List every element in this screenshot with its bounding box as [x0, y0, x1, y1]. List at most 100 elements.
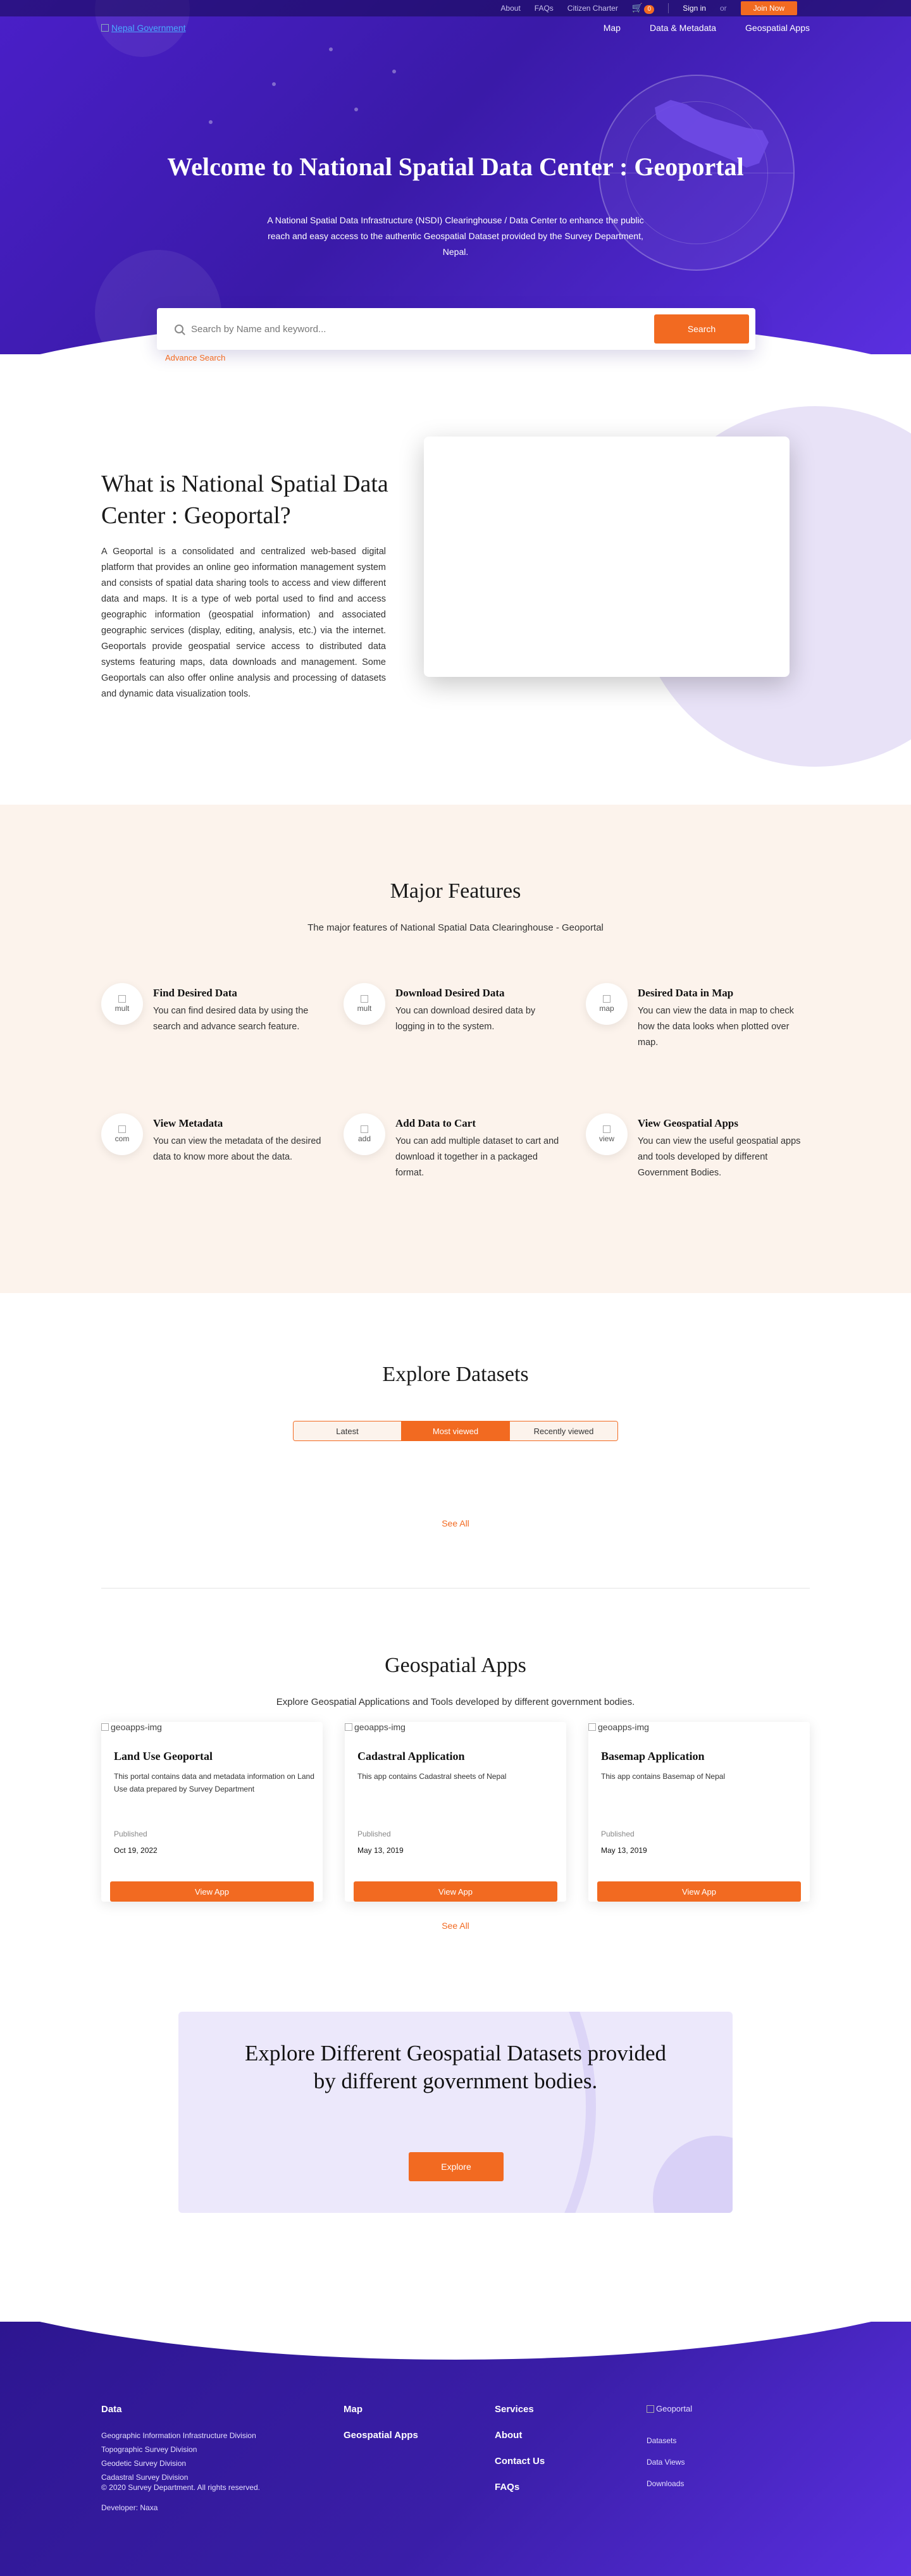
view-app-button[interactable]: View App [354, 1881, 557, 1902]
apps-see-all-link[interactable]: See All [0, 1921, 911, 1931]
feature-desc: You can view the useful geospatial apps … [638, 1136, 801, 1178]
footer-division: Cadastral Survey Division [101, 2473, 189, 2482]
footer-datasets-column: Geoportal Datasets Data Views Downloads [647, 2404, 692, 2501]
datasets-see-all-link[interactable]: See All [0, 1518, 911, 1528]
features-title: Major Features [390, 879, 521, 903]
star-dot [392, 70, 396, 73]
about-section: What is National Spatial Data Center : G… [0, 354, 911, 805]
nav-link-map[interactable]: Map [604, 23, 621, 33]
star-dot [209, 120, 213, 124]
feature-card: mult Download Desired Data You can downlo… [344, 983, 571, 1035]
download-icon: mult [344, 983, 385, 1025]
footer-link-datasets[interactable]: Datasets [647, 2436, 692, 2445]
main-nav: Nepal Government Map Data & Metadata Geo… [101, 23, 810, 33]
star-dot [272, 82, 276, 86]
feature-card: com View Metadata You can view the metada… [101, 1113, 329, 1165]
datasets-section: Explore Datasets Latest Most viewed Rece… [0, 1293, 911, 1623]
star-dot [354, 108, 358, 111]
app-card: geoapps-img Cadastral Application This a… [345, 1722, 566, 1902]
logo-alt-text: Nepal Government [111, 23, 186, 33]
nav-links: Map Data & Metadata Geospatial Apps [604, 23, 810, 33]
nav-link-data-metadata[interactable]: Data & Metadata [650, 23, 716, 33]
app-desc: This portal contains data and metadata i… [114, 1772, 314, 1793]
view-app-button[interactable]: View App [110, 1881, 314, 1902]
published-label: Published [357, 1830, 391, 1838]
search-data-icon: mult [101, 983, 143, 1025]
search-icon [175, 325, 183, 333]
footer-data-heading: Data [101, 2404, 122, 2415]
broken-image-icon [101, 24, 109, 32]
app-desc: This app contains Basemap of Nepal [601, 1772, 726, 1781]
feature-desc: You can add multiple dataset to cart and… [395, 1136, 559, 1178]
cart-icon: 🛒 [631, 3, 643, 13]
feature-title: Find Desired Data [153, 987, 237, 999]
footer-link-contact[interactable]: Contact Us [495, 2456, 545, 2467]
footer-link-geospatial-apps[interactable]: Geospatial Apps [344, 2430, 418, 2441]
decoration-circle [653, 2136, 733, 2213]
star-dot [329, 47, 333, 51]
feature-title: Add Data to Cart [395, 1117, 476, 1129]
datasets-title: Explore Datasets [382, 1363, 529, 1386]
topbar-link-faqs[interactable]: FAQs [535, 4, 554, 13]
feature-title: Desired Data in Map [638, 987, 734, 999]
footer-link-services[interactable]: Services [495, 2404, 545, 2415]
app-title: Land Use Geoportal [114, 1750, 213, 1762]
hero-description: A National Spatial Data Infrastructure (… [267, 215, 644, 257]
datasets-tabs: Latest Most viewed Recently viewed [293, 1421, 618, 1441]
cart-count-badge: 0 [644, 5, 655, 14]
search-button[interactable]: Search [654, 314, 749, 344]
app-card: geoapps-img Basemap Application This app… [588, 1722, 810, 1902]
tab-recently-viewed[interactable]: Recently viewed [509, 1421, 617, 1440]
footer-link-data-views[interactable]: Data Views [647, 2458, 692, 2467]
metadata-icon: com [101, 1113, 143, 1155]
topbar-link-citizen-charter[interactable]: Citizen Charter [567, 4, 618, 13]
feature-card: view View Geospatial Apps You can view th… [586, 1113, 814, 1181]
published-label: Published [114, 1830, 147, 1838]
footer-link-faqs[interactable]: FAQs [495, 2482, 545, 2492]
footer-developer: Developer: Naxa [101, 2503, 158, 2512]
hero-title: Welcome to National Spatial Data Center … [167, 152, 744, 181]
cta-banner: Explore Different Geospatial Datasets pr… [178, 2012, 733, 2213]
published-date: Oct 19, 2022 [114, 1846, 158, 1855]
cart-add-icon: add [344, 1113, 385, 1155]
feature-title: View Geospatial Apps [638, 1117, 739, 1129]
advance-search-link[interactable]: Advance Search [165, 353, 225, 362]
top-bar: About FAQs Citizen Charter 🛒 0 Sign in or… [0, 0, 911, 16]
app-image: geoapps-img [101, 1722, 162, 1732]
footer-division: Topographic Survey Division [101, 2445, 197, 2454]
topbar-link-about[interactable]: About [500, 4, 520, 13]
explore-button[interactable]: Explore [409, 2152, 504, 2181]
tab-most-viewed[interactable]: Most viewed [401, 1421, 509, 1440]
sign-in-link[interactable]: Sign in [683, 4, 706, 13]
footer-map-column: Map Geospatial Apps [344, 2404, 418, 2456]
footer-copyright: © 2020 Survey Department. All rights res… [101, 2483, 260, 2492]
apps-title: Geospatial Apps [385, 1654, 526, 1677]
about-title: What is National Spatial Data Center : G… [101, 471, 388, 529]
app-title: Cadastral Application [357, 1750, 465, 1762]
footer-link-about[interactable]: About [495, 2430, 545, 2441]
nepal-government-logo[interactable]: Nepal Government [101, 23, 186, 33]
apps-subtitle: Explore Geospatial Applications and Tool… [276, 1697, 635, 1707]
cart-button[interactable]: 🛒 0 [631, 3, 655, 14]
apps-view-icon: view [586, 1113, 628, 1155]
features-subtitle: The major features of National Spatial D… [307, 922, 604, 933]
feature-desc: You can download desired data by logging… [395, 1006, 536, 1032]
footer-link-downloads[interactable]: Downloads [647, 2479, 692, 2488]
feature-desc: You can view the metadata of the desired… [153, 1136, 321, 1162]
view-app-button[interactable]: View App [597, 1881, 801, 1902]
tab-latest[interactable]: Latest [294, 1421, 401, 1440]
cta-title: Explore Different Geospatial Datasets pr… [244, 2041, 667, 2093]
app-image: geoapps-img [588, 1722, 649, 1732]
join-now-button[interactable]: Join Now [740, 1, 797, 15]
published-date: May 13, 2019 [601, 1846, 647, 1855]
footer-link-map[interactable]: Map [344, 2404, 418, 2415]
nav-link-geospatial-apps[interactable]: Geospatial Apps [745, 23, 810, 33]
search-box: Search [157, 308, 755, 350]
search-input[interactable] [191, 323, 654, 335]
cta-section: Explore Different Geospatial Datasets pr… [0, 2012, 911, 2322]
feature-desc: You can view the data in map to check ho… [638, 1006, 794, 1048]
or-text: or [719, 4, 727, 13]
footer-logo: Geoportal [647, 2404, 692, 2413]
app-desc: This app contains Cadastral sheets of Ne… [357, 1772, 507, 1781]
video-embed[interactable] [424, 437, 790, 677]
